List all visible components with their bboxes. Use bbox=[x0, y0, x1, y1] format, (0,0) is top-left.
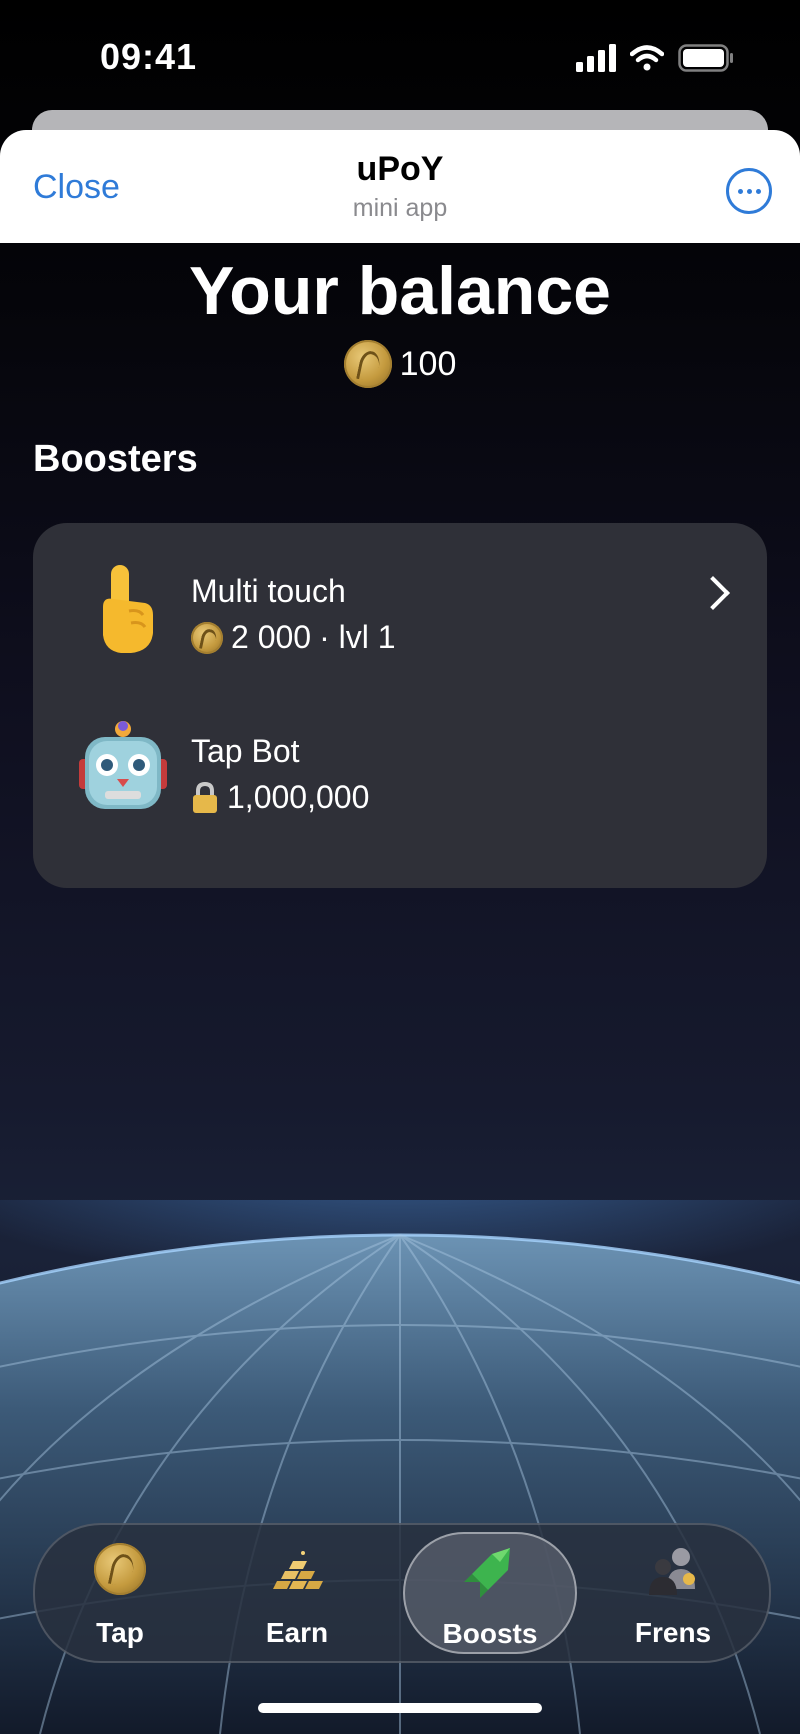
bottom-tab-bar: Tap Earn Boosts Frens bbox=[33, 1523, 771, 1663]
more-dot-icon bbox=[737, 188, 743, 194]
home-indicator bbox=[258, 1703, 542, 1713]
app-subtitle: mini app bbox=[352, 194, 448, 222]
chevron-right-icon bbox=[696, 576, 730, 610]
status-bar: 09:41 bbox=[0, 0, 800, 110]
status-icons bbox=[576, 44, 734, 72]
tab-label: Tap bbox=[96, 1617, 144, 1648]
tab-label: Frens bbox=[634, 1617, 712, 1648]
tab-label: Earn bbox=[265, 1617, 329, 1648]
pointing-finger-icon bbox=[103, 565, 153, 653]
battery-icon bbox=[678, 44, 733, 72]
cellular-signal-icon bbox=[576, 44, 616, 72]
robot-icon bbox=[79, 721, 167, 809]
mini-app-header: Close uPoY mini app bbox=[0, 130, 800, 243]
tab-earn[interactable]: Earn bbox=[212, 1525, 382, 1661]
coin-icon bbox=[94, 1543, 146, 1595]
tab-label: Boosts bbox=[442, 1618, 538, 1649]
wifi-icon bbox=[630, 45, 664, 71]
gold-bars-icon bbox=[273, 1551, 323, 1589]
friends-icon bbox=[649, 1548, 695, 1595]
boosters-heading: Boosters bbox=[33, 438, 198, 480]
tab-frens[interactable]: Frens bbox=[588, 1525, 758, 1661]
balance-value: 100 bbox=[399, 344, 457, 383]
balance-row: 100 bbox=[0, 340, 800, 388]
rocket-icon bbox=[464, 1548, 510, 1598]
booster-level: · lvl 1 bbox=[319, 619, 396, 655]
tab-tap[interactable]: Tap bbox=[35, 1525, 205, 1661]
booster-multi-touch[interactable]: Multi touch 2 000 · lvl 1 bbox=[33, 523, 767, 683]
booster-price: 2 000 bbox=[231, 619, 312, 655]
lock-icon bbox=[193, 781, 217, 813]
booster-name: Tap Bot bbox=[191, 733, 300, 769]
boosters-card: Multi touch 2 000 · lvl 1 Tap Bot 1,000,… bbox=[33, 523, 767, 888]
booster-tap-bot[interactable]: Tap Bot 1,000,000 bbox=[33, 683, 767, 843]
status-time: 09:41 bbox=[100, 36, 198, 77]
booster-meta: 1,000,000 bbox=[191, 779, 369, 816]
booster-name: Multi touch bbox=[191, 573, 346, 609]
balance-title: Your balance bbox=[189, 253, 611, 329]
more-dot-icon bbox=[746, 188, 752, 194]
more-dot-icon bbox=[755, 188, 761, 194]
booster-meta: 2 000 · lvl 1 bbox=[191, 619, 396, 656]
more-options-button[interactable] bbox=[726, 168, 772, 214]
booster-price: 1,000,000 bbox=[227, 779, 370, 815]
coin-icon bbox=[343, 340, 392, 388]
app-title: uPoY bbox=[356, 150, 444, 188]
coin-icon bbox=[191, 621, 223, 654]
tab-boosts[interactable]: Boosts bbox=[403, 1532, 577, 1654]
